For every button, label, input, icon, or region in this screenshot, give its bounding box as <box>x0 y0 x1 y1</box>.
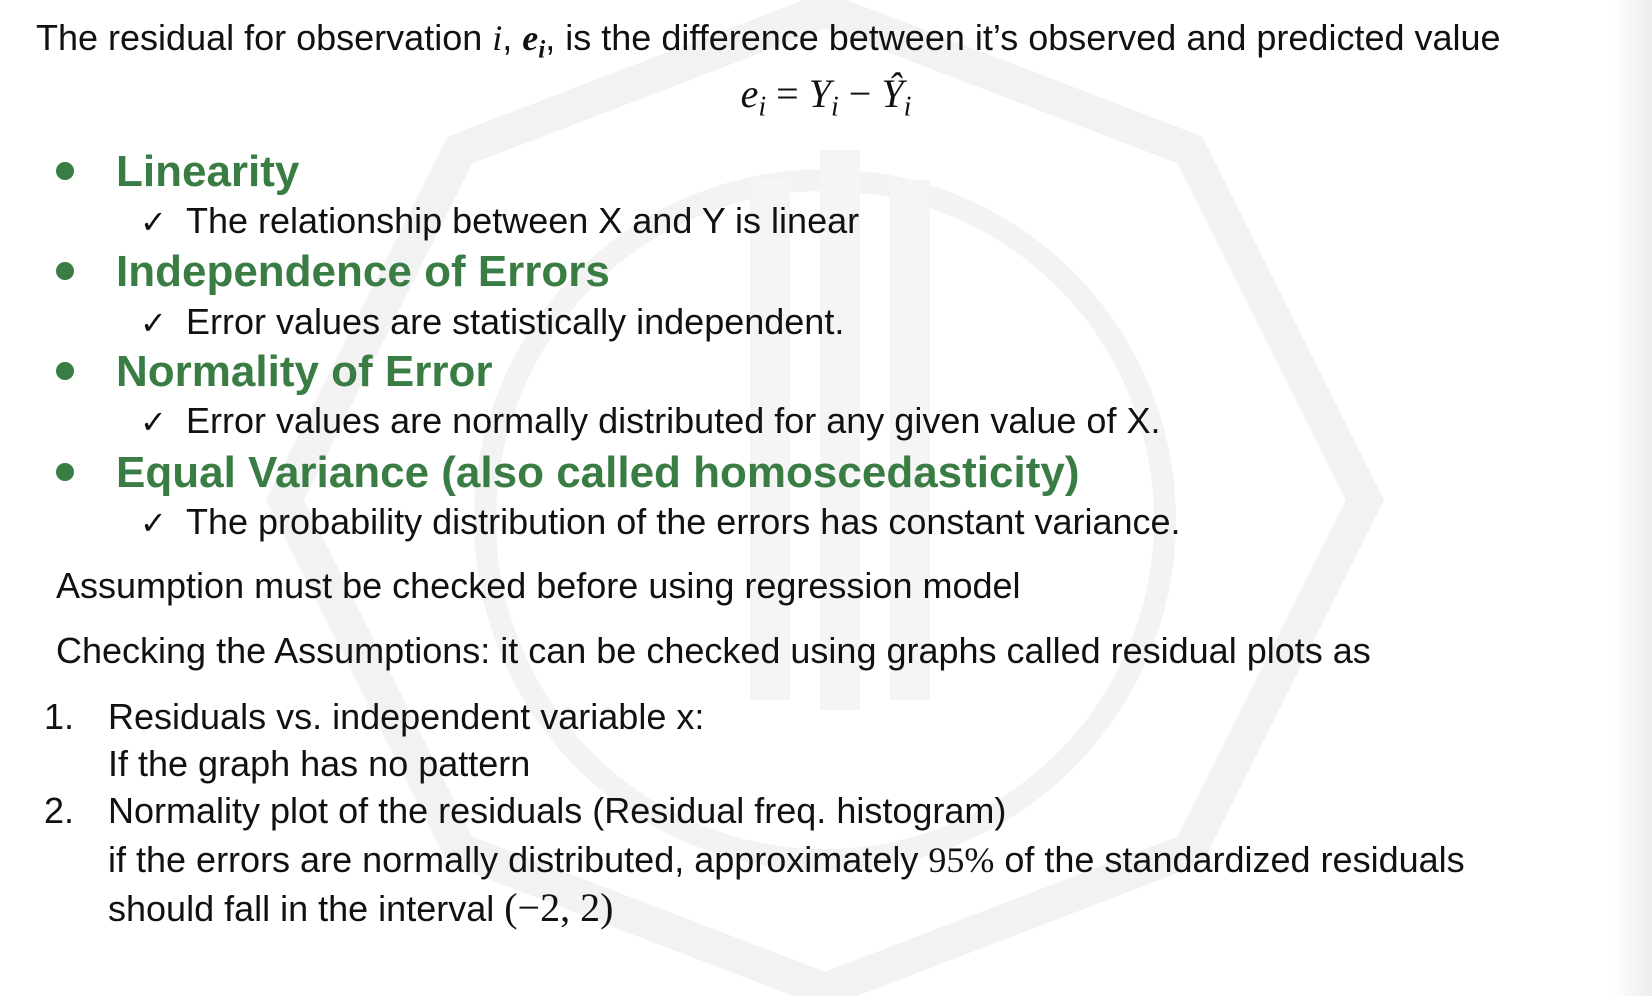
bullet-dot-icon <box>56 262 74 281</box>
slide-edge-shadow <box>1612 0 1652 996</box>
assumption-detail-normality: ✓ Error values are normally distributed f… <box>140 398 1160 445</box>
bullet-dot-icon <box>56 362 74 381</box>
check-mark-icon: ✓ <box>140 404 167 440</box>
assumption-heading-normality: Normality of Error <box>56 346 493 398</box>
assumption-heading-equal-variance: Equal Variance (also called homoscedasti… <box>56 447 1080 499</box>
note-assumption-check: Assumption must be checked before using … <box>56 565 1021 606</box>
note-residual-plots: Checking the Assumptions: it can be chec… <box>56 630 1371 671</box>
check-mark-icon: ✓ <box>140 305 167 341</box>
step-1-detail: If the graph has no pattern <box>108 743 531 784</box>
check-mark-icon: ✓ <box>140 204 167 240</box>
assumption-detail-linearity: ✓ The relationship between X and Y is lin… <box>140 198 859 245</box>
assumption-heading-linearity: Linearity <box>56 146 299 198</box>
step-2-interval-line: should fall in the interval (−2, 2) <box>108 885 614 930</box>
residual-formula: ei = Yi − Ŷi <box>740 71 912 123</box>
bullet-dot-icon <box>56 162 74 181</box>
step-1-title: 1. Residuals vs. independent variable x: <box>44 696 705 737</box>
assumption-detail-equal-variance: ✓ The probability distribution of the err… <box>140 499 1181 546</box>
step-2-title: 2. Normality plot of the residuals (Resid… <box>44 790 1007 831</box>
intro-sentence: The residual for observation i, ei, is t… <box>36 17 1501 64</box>
check-mark-icon: ✓ <box>140 505 167 541</box>
assumption-heading-independence: Independence of Errors <box>56 246 610 298</box>
step-2-detail: if the errors are normally distributed, … <box>108 839 1465 880</box>
assumption-detail-independence: ✓ Error values are statistically independ… <box>140 299 844 346</box>
bullet-dot-icon <box>56 463 74 482</box>
